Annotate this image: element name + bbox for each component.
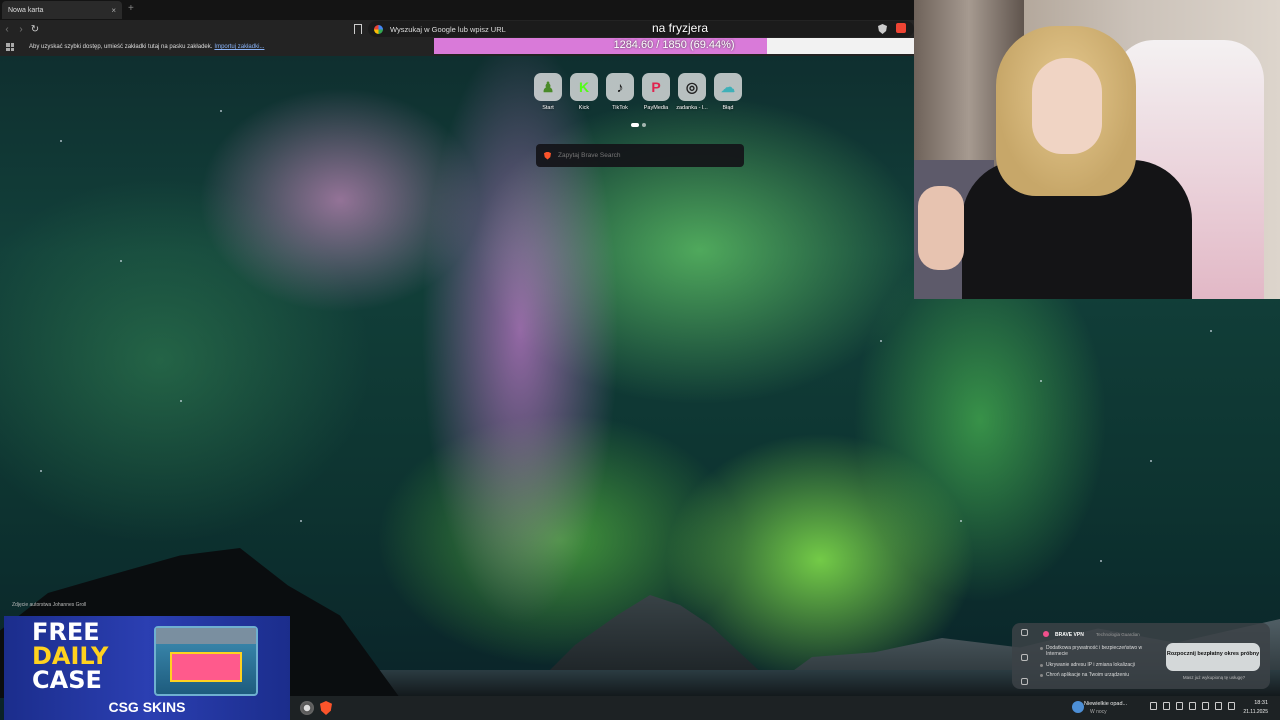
shortcut-label: Błąd — [722, 105, 734, 111]
photo-credit[interactable]: Zdjęcie autorstwa Johannes Groll — [12, 602, 86, 608]
ad-line-1: FREE — [32, 618, 100, 646]
system-tray — [1150, 702, 1235, 710]
vpn-feature-2: Ukrywanie adresu IP i zmiana lokalizacji — [1040, 662, 1156, 668]
device-icon[interactable] — [1020, 678, 1028, 685]
webcam-overlay — [914, 0, 1280, 299]
vpn-sidebar-icons — [1018, 629, 1030, 685]
shortcut-tile[interactable]: K Kick — [570, 73, 598, 111]
browser-toolbar: ‹ › ↻ Wyszukaj w Google lub wpisz URL — [0, 20, 914, 38]
goal-title: na fryzjera — [651, 21, 709, 35]
shortcut-label: zadanka - l... — [676, 105, 708, 111]
new-tab-button[interactable]: + — [128, 3, 134, 14]
shortcut-tile[interactable]: ♟ Start — [534, 73, 562, 111]
shortcut-label: PayMedia — [643, 105, 669, 111]
error-page-icon: ☁ — [714, 73, 742, 101]
vpn-start-trial-button[interactable]: Rozpocznij bezpłatny okres próbny — [1166, 643, 1260, 671]
bookmarks-bar-message: Aby uzyskać szybki dostęp, umieść zakład… — [29, 44, 213, 50]
vpn-tech-label: Technologia Guardian — [1096, 632, 1140, 637]
shortcut-tile[interactable]: ☁ Błąd — [714, 73, 742, 111]
chess-pawn-icon: ♟ — [534, 73, 562, 101]
brave-search-box[interactable]: Zapytaj Brave Search — [536, 144, 744, 167]
tab-bar: Nowa karta × + — [0, 0, 914, 20]
goal-progress-label: 1284.60 / 1850 (69.44%) — [613, 39, 735, 51]
search-placeholder: Zapytaj Brave Search — [558, 152, 621, 159]
apps-grid-icon[interactable] — [6, 43, 14, 51]
shortcut-tile[interactable]: ♪ TikTok — [606, 73, 634, 111]
vpn-feature-3: Chroń aplikacje na Twoim urządzeniu — [1040, 672, 1156, 678]
shortcut-label: Kick — [578, 105, 590, 111]
weather-time: W nocy — [1090, 709, 1107, 715]
shortcut-label: TikTok — [612, 105, 628, 111]
top-sites-pager[interactable] — [631, 123, 646, 127]
paymedia-icon: P — [642, 73, 670, 101]
bluetooth-icon[interactable] — [1202, 702, 1209, 710]
brave-vpn-popup: BRAVE VPN Technologia Guardian Dodatkowa… — [1012, 623, 1270, 689]
ad-brand: CSG SKINS — [108, 699, 186, 715]
taskbar: Niewielkie opad... W nocy 18:31 21.11.20… — [290, 696, 1280, 720]
alert-icon[interactable] — [1020, 653, 1028, 661]
google-icon — [374, 24, 383, 34]
obs-app-icon[interactable] — [300, 701, 314, 715]
back-button[interactable]: ‹ — [0, 24, 14, 35]
address-placeholder: Wyszukaj w Google lub wpisz URL — [390, 24, 506, 34]
tiktok-icon: ♪ — [606, 73, 634, 101]
brave-app-icon[interactable] — [320, 701, 332, 715]
microphone-icon[interactable] — [1189, 702, 1196, 710]
shortcut-label: Start — [542, 105, 554, 111]
volume-icon[interactable] — [1176, 702, 1183, 710]
vpn-already-purchased-link[interactable]: Masz już wykupioną tę usługę? — [1162, 675, 1266, 680]
shortcut-tile[interactable]: P PayMedia — [642, 73, 670, 111]
clock-date[interactable]: 21.11.2025 — [1228, 709, 1268, 715]
close-tab-icon[interactable]: × — [111, 6, 116, 15]
reload-button[interactable]: ↻ — [28, 24, 42, 35]
kick-icon: K — [570, 73, 598, 101]
clock-time[interactable]: 18:31 — [1238, 700, 1268, 706]
goal-progress-bar: 1284.60 / 1850 (69.44%) — [434, 38, 914, 54]
forward-button[interactable]: › — [14, 24, 28, 35]
ad-line-3: CASE — [32, 666, 102, 694]
brave-rewards-icon[interactable] — [896, 23, 906, 33]
case-chest-image — [154, 626, 258, 696]
import-bookmarks-link[interactable]: Importuj zakładki... — [214, 44, 264, 50]
shortcut-tile[interactable]: ◎ zadanka - l... — [676, 73, 708, 111]
vpn-logo-icon — [1043, 631, 1049, 637]
webcam-person-hand — [918, 186, 964, 270]
chevron-up-icon[interactable] — [1150, 702, 1157, 710]
vpn-title: BRAVE VPN — [1055, 632, 1084, 638]
webcam-person-face — [1032, 58, 1102, 154]
top-sites: ♟ Start K Kick ♪ TikTok P PayMedia ◎ zadanka - l.… — [534, 73, 742, 111]
brave-logo-icon — [544, 151, 551, 160]
sync-icon[interactable] — [1163, 702, 1170, 710]
monitor-icon[interactable] — [1215, 702, 1222, 710]
shield-icon[interactable] — [1020, 629, 1028, 636]
weather-summary[interactable]: Niewielkie opad... — [1084, 701, 1127, 707]
tab-new-tab[interactable]: Nowa karta × — [2, 1, 122, 19]
bookmark-icon[interactable] — [354, 24, 362, 34]
zadanka-icon: ◎ — [678, 73, 706, 101]
ad-line-2: DAILY — [32, 642, 109, 670]
vpn-feature-1: Dodatkowa prywatność i bezpieczeństwo w … — [1040, 645, 1156, 657]
tab-title: Nowa karta — [8, 6, 44, 14]
sponsor-ad[interactable]: FREE DAILY CASE CSG SKINS — [4, 616, 290, 720]
weather-icon[interactable] — [1072, 701, 1084, 713]
